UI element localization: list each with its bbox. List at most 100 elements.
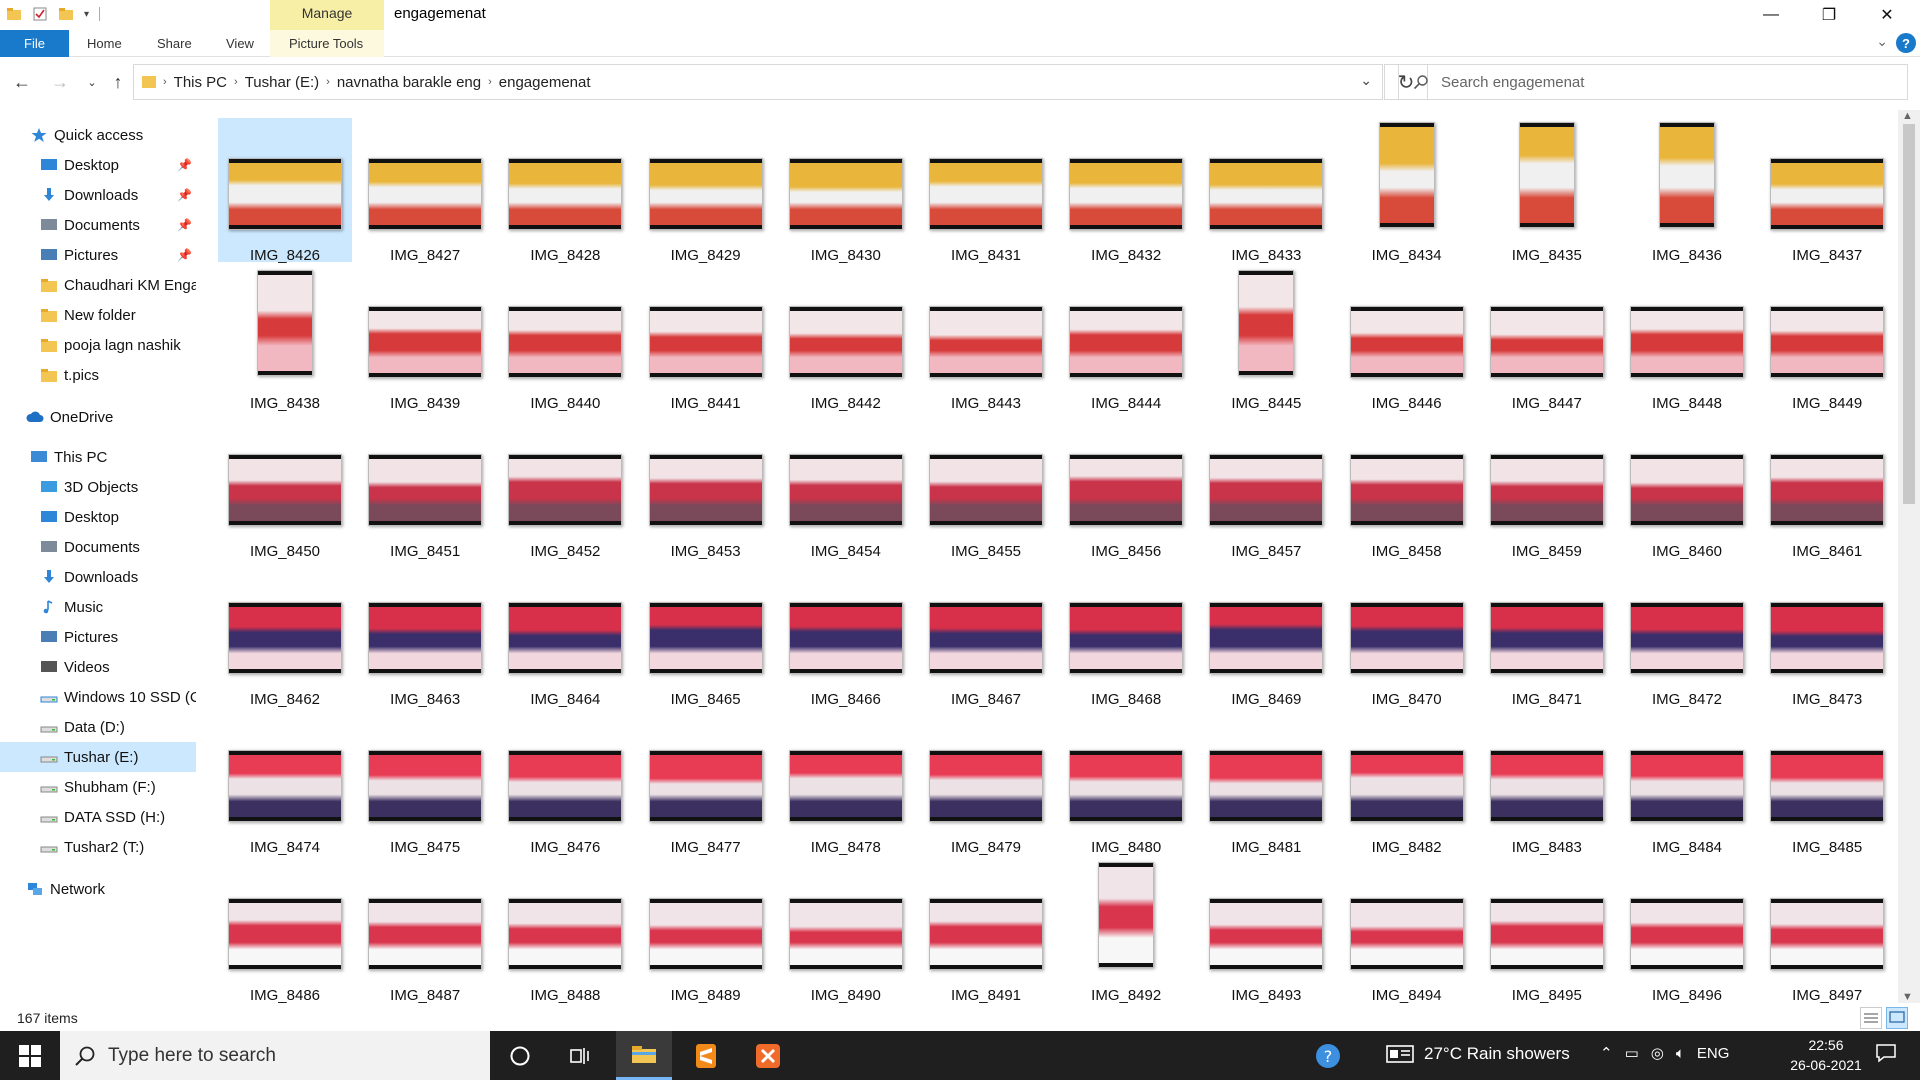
sidebar-item-videos[interactable]: Videos [0, 652, 196, 682]
file-tile[interactable]: IMG_8438 [218, 266, 352, 412]
file-tile[interactable]: IMG_8469 [1199, 562, 1333, 708]
battery-icon[interactable]: ▭ [1625, 1044, 1639, 1062]
file-tile[interactable]: IMG_8448 [1620, 266, 1754, 412]
input-language[interactable]: ENG [1697, 1045, 1730, 1062]
file-tile[interactable]: IMG_8451 [358, 414, 492, 560]
file-tile[interactable]: IMG_8452 [498, 414, 632, 560]
chevron-right-icon[interactable]: › [160, 76, 170, 88]
weather-widget[interactable]: 27°C Rain showers [1386, 1044, 1570, 1064]
file-tile[interactable]: IMG_8475 [358, 710, 492, 856]
sidebar-item-chaudhari-km-enga[interactable]: Chaudhari KM Enga [0, 270, 196, 300]
vertical-scrollbar[interactable]: ▲ ▼ [1898, 110, 1920, 1003]
file-tile[interactable]: IMG_8471 [1480, 562, 1614, 708]
file-tile[interactable]: IMG_8483 [1480, 710, 1614, 856]
file-tile[interactable]: IMG_8481 [1199, 710, 1333, 856]
sidebar-item-new-folder[interactable]: New folder [0, 300, 196, 330]
file-tile[interactable]: IMG_8450 [218, 414, 352, 560]
large-icons-view-icon[interactable] [1886, 1007, 1908, 1029]
address-bar[interactable]: › This PC › Tushar (E:) › navnatha barak… [133, 64, 1383, 100]
xampp-icon[interactable] [740, 1031, 796, 1080]
file-tile[interactable]: IMG_8432 [1059, 118, 1193, 264]
sidebar-item-downloads[interactable]: Downloads 📌 [0, 180, 196, 210]
breadcrumb-engagemenat[interactable]: engagemenat [495, 74, 595, 91]
file-tile[interactable]: IMG_8455 [919, 414, 1053, 560]
file-tile[interactable]: IMG_8493 [1199, 858, 1333, 1004]
file-tile[interactable]: IMG_8447 [1480, 266, 1614, 412]
help-button[interactable]: ? [1896, 33, 1916, 53]
sidebar-item-data-ssd-h[interactable]: DATA SSD (H:) [0, 802, 196, 832]
recent-locations-chevron-icon[interactable]: ⌄ [80, 70, 104, 94]
sidebar-item-this-pc[interactable]: This PC [0, 442, 196, 472]
file-tile[interactable]: IMG_8485 [1760, 710, 1892, 856]
file-explorer-taskbar-icon[interactable] [616, 1031, 672, 1080]
back-arrow-icon[interactable]: ← [10, 70, 34, 94]
file-tile[interactable]: IMG_8497 [1760, 858, 1892, 1004]
restore-button[interactable]: ❐ [1800, 0, 1858, 30]
file-tile[interactable]: IMG_8482 [1340, 710, 1474, 856]
file-tile[interactable]: IMG_8446 [1340, 266, 1474, 412]
sidebar-item-data-d[interactable]: Data (D:) [0, 712, 196, 742]
file-tile[interactable]: IMG_8470 [1340, 562, 1474, 708]
file-tile[interactable]: IMG_8434 [1340, 118, 1474, 264]
tab-view[interactable]: View [226, 30, 254, 57]
file-tile[interactable]: IMG_8427 [358, 118, 492, 264]
file-tile[interactable]: IMG_8487 [358, 858, 492, 1004]
file-tile[interactable]: IMG_8463 [358, 562, 492, 708]
folder-icon[interactable] [6, 6, 22, 22]
file-tile[interactable]: IMG_8495 [1480, 858, 1614, 1004]
file-tile[interactable]: IMG_8454 [779, 414, 913, 560]
file-tile[interactable]: IMG_8449 [1760, 266, 1892, 412]
file-tile[interactable]: IMG_8462 [218, 562, 352, 708]
file-tile[interactable]: IMG_8474 [218, 710, 352, 856]
file-tile[interactable]: IMG_8430 [779, 118, 913, 264]
network-globe-icon[interactable]: ◎ [1651, 1044, 1664, 1062]
customize-qat-chevron-icon[interactable]: ▾ [84, 9, 89, 20]
file-tile[interactable]: IMG_8459 [1480, 414, 1614, 560]
tab-home[interactable]: Home [87, 30, 122, 57]
file-tile[interactable]: IMG_8426 [218, 118, 352, 264]
file-tile[interactable]: IMG_8439 [358, 266, 492, 412]
scrollbar-thumb[interactable] [1903, 124, 1915, 504]
chevron-right-icon[interactable]: › [485, 76, 495, 88]
file-tile[interactable]: IMG_8442 [779, 266, 913, 412]
file-tile[interactable]: IMG_8436 [1620, 118, 1754, 264]
windows-start-icon[interactable] [0, 1031, 60, 1080]
sidebar-item-pictures[interactable]: Pictures [0, 622, 196, 652]
volume-icon[interactable]: 🔈︎ [1676, 1045, 1685, 1062]
task-view-icon[interactable] [552, 1031, 608, 1080]
close-button[interactable]: ✕ [1858, 0, 1916, 30]
file-tile[interactable]: IMG_8489 [639, 858, 773, 1004]
file-tile[interactable]: IMG_8477 [639, 710, 773, 856]
forward-arrow-icon[interactable]: → [48, 70, 72, 94]
file-tile[interactable]: IMG_8466 [779, 562, 913, 708]
expand-ribbon-chevron-icon[interactable]: ⌄ [1876, 33, 1888, 50]
tab-file[interactable]: File [0, 30, 69, 57]
file-tile[interactable]: IMG_8491 [919, 858, 1053, 1004]
file-tile[interactable]: IMG_8435 [1480, 118, 1614, 264]
file-tile[interactable]: IMG_8429 [639, 118, 773, 264]
file-tile[interactable]: IMG_8496 [1620, 858, 1754, 1004]
sidebar-item-quick-access[interactable]: Quick access [0, 120, 196, 150]
search-input[interactable]: Search engagemenat [1398, 64, 1908, 100]
notification-center-icon[interactable] [1875, 1043, 1897, 1069]
help-assist-icon[interactable]: ? [1300, 1031, 1356, 1080]
sidebar-item-network[interactable]: Network [0, 874, 196, 904]
sidebar-item-windows-10-ssd-c[interactable]: Windows 10 SSD (C [0, 682, 196, 712]
file-tile[interactable]: IMG_8428 [498, 118, 632, 264]
breadcrumb-tushar-drive[interactable]: Tushar (E:) [241, 74, 323, 91]
file-tile[interactable]: IMG_8484 [1620, 710, 1754, 856]
file-tile[interactable]: IMG_8443 [919, 266, 1053, 412]
chevron-right-icon[interactable]: › [231, 76, 241, 88]
sublime-text-icon[interactable] [678, 1031, 734, 1080]
sidebar-item-onedrive[interactable]: OneDrive [0, 402, 196, 432]
tab-share[interactable]: Share [157, 30, 192, 57]
sidebar-item-pictures[interactable]: Pictures 📌 [0, 240, 196, 270]
file-tile[interactable]: IMG_8444 [1059, 266, 1193, 412]
chevron-right-icon[interactable]: › [323, 76, 333, 88]
sidebar-item-documents[interactable]: Documents [0, 532, 196, 562]
file-tile[interactable]: IMG_8490 [779, 858, 913, 1004]
file-tile[interactable]: IMG_8456 [1059, 414, 1193, 560]
file-tile[interactable]: IMG_8476 [498, 710, 632, 856]
file-tile[interactable]: IMG_8464 [498, 562, 632, 708]
file-tile[interactable]: IMG_8472 [1620, 562, 1754, 708]
